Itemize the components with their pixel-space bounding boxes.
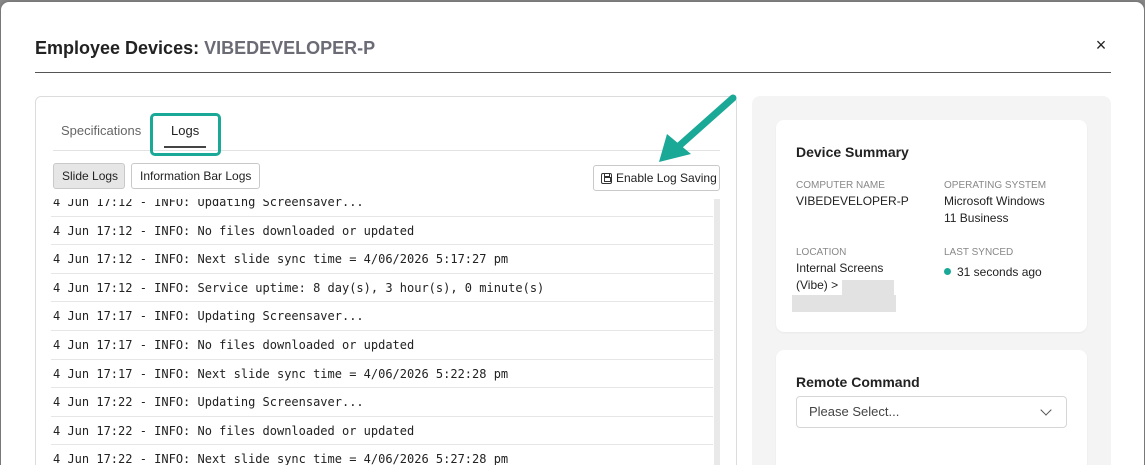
log-line: 4 Jun 17:22 - INFO: Updating Screensaver…: [51, 388, 713, 417]
redacted-location: [792, 295, 896, 312]
log-line: 4 Jun 17:12 - INFO: Service uptime: 8 da…: [51, 274, 713, 303]
modal-header: Employee Devices: VIBEDEVELOPER-P ×: [35, 36, 1111, 73]
tab-bar: Specifications Logs: [53, 97, 720, 156]
operating-system-line2: 11 Business: [944, 211, 1009, 225]
log-scrollbar[interactable]: [714, 199, 720, 465]
log-line: 4 Jun 17:12 - INFO: Updating Screensaver…: [51, 199, 713, 217]
location-line1: Internal Screens: [796, 261, 884, 275]
annotation-arrow-icon: [659, 94, 737, 162]
tab-specifications[interactable]: Specifications: [61, 123, 141, 138]
location-label: LOCATION: [796, 247, 847, 258]
log-line: 4 Jun 17:22 - INFO: Next slide sync time…: [51, 445, 713, 465]
information-bar-logs-button[interactable]: Information Bar Logs: [131, 163, 260, 189]
redacted-location: [842, 280, 894, 295]
computer-name-value: VIBEDEVELOPER-P: [796, 194, 909, 208]
sync-status-dot: [944, 268, 951, 275]
last-synced-value: 31 seconds ago: [944, 264, 1042, 281]
slide-logs-button[interactable]: Slide Logs: [53, 163, 125, 189]
log-line: 4 Jun 17:12 - INFO: Next slide sync time…: [51, 245, 713, 274]
log-line: 4 Jun 17:17 - INFO: Updating Screensaver…: [51, 302, 713, 331]
employee-devices-modal: Employee Devices: VIBEDEVELOPER-P × Spec…: [1, 2, 1144, 465]
tab-highlight-annotation: [150, 113, 221, 156]
operating-system-line1: Microsoft Windows: [944, 194, 1045, 208]
device-summary-card: Device Summary COMPUTER NAME VIBEDEVELOP…: [776, 120, 1087, 332]
remote-command-title: Remote Command: [796, 374, 920, 390]
operating-system-label: OPERATING SYSTEM: [944, 180, 1047, 191]
remote-command-card: Remote Command Please Select...: [776, 350, 1087, 465]
remote-command-select[interactable]: Please Select...: [796, 396, 1067, 428]
side-panel: Device Summary COMPUTER NAME VIBEDEVELOP…: [752, 96, 1111, 465]
last-synced-text: 31 seconds ago: [957, 265, 1042, 279]
logs-panel: Specifications Logs Slide Logs Informati…: [35, 96, 737, 465]
computer-name-label: COMPUTER NAME: [796, 180, 885, 191]
modal-title: Employee Devices: VIBEDEVELOPER-P: [35, 38, 375, 59]
close-icon[interactable]: ×: [1093, 36, 1109, 54]
modal-device-name: VIBEDEVELOPER-P: [204, 38, 376, 58]
chevron-down-icon: [1040, 404, 1052, 416]
log-line: 4 Jun 17:12 - INFO: No files downloaded …: [51, 217, 713, 246]
log-line: 4 Jun 17:17 - INFO: No files downloaded …: [51, 331, 713, 360]
modal-title-prefix: Employee Devices:: [35, 38, 200, 58]
log-list[interactable]: 4 Jun 17:12 - INFO: Updating Screensaver…: [51, 199, 715, 465]
last-synced-label: LAST SYNCED: [944, 247, 1014, 258]
device-summary-title: Device Summary: [796, 144, 909, 160]
log-line: 4 Jun 17:22 - INFO: No files downloaded …: [51, 417, 713, 446]
remote-command-placeholder: Please Select...: [809, 404, 900, 419]
location-line2: (Vibe) >: [796, 278, 839, 292]
save-icon: [601, 172, 612, 184]
log-line: 4 Jun 17:17 - INFO: Next slide sync time…: [51, 360, 713, 389]
